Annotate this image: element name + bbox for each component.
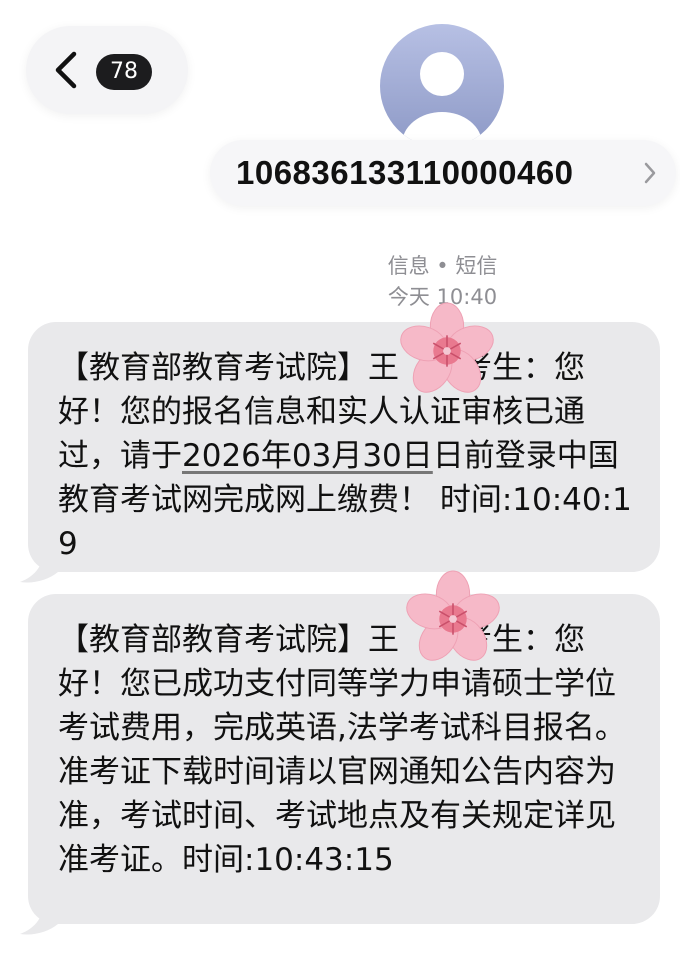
date-link[interactable]: 2026年03月30日 — [182, 438, 433, 474]
message-text: 考生：您好！您已成功支付同等学力申请硕士学位考试费用，完成英语,法学考试科目报名… — [58, 622, 626, 878]
message-bubble[interactable]: 【教育部教育考试院】王 考生：您好！您已成功支付同等学力申请硕士学位考试费用，完成… — [28, 594, 660, 924]
sender-number-button[interactable]: 106836133110000460 — [210, 140, 676, 206]
message-text: 【教育部教育考试院】王 — [58, 350, 399, 386]
message-bubble[interactable]: 【教育部教育考试院】王 考生：您好！您的报名信息和实人认证审核已通过，请于2026… — [28, 322, 660, 572]
cherry-blossom-sticker-icon — [400, 302, 494, 393]
cherry-blossom-sticker-icon — [406, 570, 500, 661]
chevron-left-icon — [55, 51, 77, 89]
back-button[interactable]: 78 — [26, 26, 188, 114]
message-timestamp: 今天 10:40 — [387, 285, 498, 309]
chevron-right-icon — [644, 162, 656, 184]
unread-count-badge: 78 — [96, 54, 152, 90]
sender-number: 106836133110000460 — [236, 154, 574, 191]
person-avatar-icon[interactable] — [380, 24, 504, 148]
message-text: 【教育部教育考试院】王 — [58, 622, 399, 658]
message-service-label: 信息 • 短信 — [387, 254, 498, 278]
